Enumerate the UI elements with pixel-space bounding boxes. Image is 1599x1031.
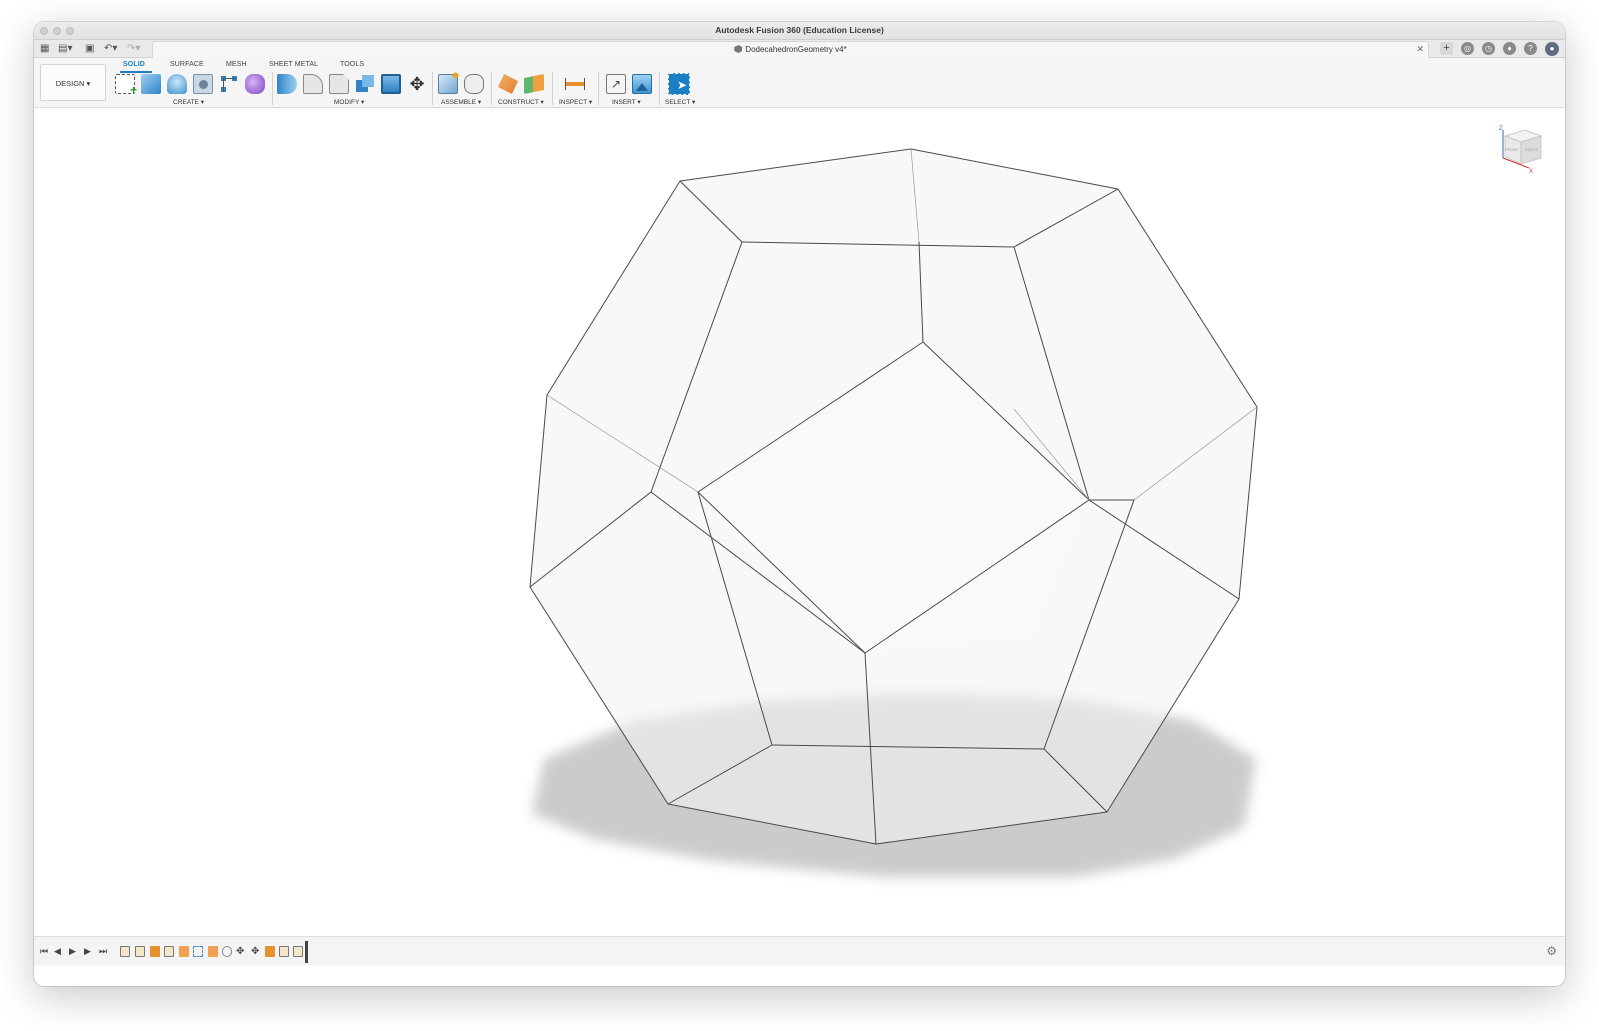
title-bar: Autodesk Fusion 360 (Education License) [34, 22, 1565, 40]
workspace-label: DESIGN [55, 79, 85, 88]
revolve-icon[interactable] [167, 74, 187, 94]
toolbar-divider [491, 72, 492, 105]
grid-icon[interactable]: ▦ [40, 43, 49, 55]
component-icon [734, 45, 743, 53]
hole-icon[interactable] [193, 74, 213, 94]
axis-z-label: Z [1499, 126, 1503, 132]
user-avatar-icon[interactable]: ● [1545, 42, 1559, 56]
timeline-sketch-icon[interactable] [135, 946, 145, 957]
gear-icon[interactable]: ⚙ [1546, 944, 1557, 958]
extensions-icon[interactable]: ◎ [1461, 42, 1474, 55]
toolbar: DESIGN ▾ SOLID SURFACE MESH SHEET METAL … [34, 58, 1565, 108]
select-menu[interactable]: SELECT ▾ [665, 98, 695, 106]
timeline-sketch-icon[interactable] [279, 946, 289, 957]
timeline-extrude-icon[interactable] [150, 946, 160, 957]
tab-mesh[interactable]: MESH [226, 61, 247, 68]
create-menu[interactable]: CREATE ▾ [173, 98, 204, 106]
pattern-icon[interactable] [219, 74, 239, 94]
skip-end-icon[interactable]: ⏭ [99, 946, 107, 957]
tab-sheet-metal[interactable]: SHEET METAL [269, 61, 318, 68]
combine-icon[interactable] [355, 74, 375, 94]
step-back-icon[interactable]: ◀ [54, 946, 61, 957]
help-icon[interactable]: ? [1524, 42, 1537, 55]
timeline-marker[interactable] [305, 941, 308, 963]
extrude-icon[interactable] [141, 74, 161, 94]
tab-document[interactable]: DodecahedronGeometry v4* ✕ [152, 41, 1429, 58]
toolbar-divider [598, 72, 599, 105]
timeline-combine-icon[interactable] [265, 946, 275, 957]
toolbar-divider [432, 72, 433, 105]
document-title: DodecahedronGeometry v4* [745, 45, 847, 54]
tab-surface[interactable]: SURFACE [170, 61, 204, 68]
offset-plane-icon[interactable] [498, 74, 518, 94]
play-icon[interactable]: ▶ [69, 946, 76, 957]
insert-image-icon[interactable] [632, 74, 652, 94]
timeline-surface-icon[interactable] [208, 946, 218, 957]
skip-start-icon[interactable]: ⏮ [40, 946, 48, 957]
insert-menu[interactable]: INSERT ▾ [612, 98, 641, 106]
midplane-icon[interactable] [524, 74, 544, 94]
step-forward-icon[interactable]: ▶ [84, 946, 91, 957]
job-status-icon[interactable]: ◷ [1482, 42, 1495, 55]
viewcube-front-label[interactable]: FRONT [1505, 147, 1519, 152]
toolbar-divider [659, 72, 660, 105]
active-tab-indicator [120, 71, 152, 73]
save-icon[interactable]: ▣ [85, 43, 94, 55]
redo-icon[interactable]: ↷▾ [127, 43, 140, 55]
timeline-sketch-icon[interactable] [120, 946, 130, 957]
axis-x-label: X [1529, 169, 1533, 175]
tab-tools[interactable]: TOOLS [340, 61, 364, 68]
timeline-sketch-icon[interactable] [293, 946, 303, 957]
create-sketch-icon[interactable]: + [115, 74, 137, 97]
select-icon[interactable]: ➤ [668, 73, 690, 95]
viewcube[interactable]: FRONT RIGHT Z X [1495, 124, 1547, 176]
viewcube-icon[interactable]: FRONT RIGHT Z X [1495, 124, 1547, 176]
file-icon[interactable]: ▤▾ [58, 43, 72, 55]
form-icon[interactable] [245, 74, 265, 94]
close-tab-icon[interactable]: ✕ [1416, 44, 1424, 55]
undo-icon[interactable]: ↶▾ [104, 43, 117, 55]
insert-derive-icon[interactable]: ↗ [606, 74, 626, 94]
move-icon[interactable]: ✥ [407, 74, 427, 94]
inspect-menu[interactable]: INSPECT ▾ [559, 98, 592, 106]
shell-icon[interactable] [381, 74, 401, 94]
timeline-surface-icon[interactable] [179, 946, 189, 957]
press-pull-icon[interactable] [277, 74, 297, 94]
toolbar-divider [552, 72, 553, 105]
new-component-icon[interactable]: ✸ [438, 71, 460, 94]
timeline-sketch-icon[interactable] [164, 946, 174, 957]
toolbar-divider [272, 72, 273, 105]
fillet-icon[interactable] [303, 74, 323, 94]
timeline: ⏮ ◀ ▶ ▶ ⏭ ✥ ✥ ⚙ [34, 936, 1565, 966]
timeline-move-icon[interactable]: ✥ [236, 946, 246, 957]
timeline-pattern-icon[interactable] [193, 946, 203, 957]
timeline-move-icon[interactable]: ✥ [251, 946, 261, 957]
measure-icon[interactable] [565, 74, 585, 94]
new-tab-icon[interactable]: + [1440, 42, 1453, 55]
tab-bar: ▦ ▤▾ ▣ ↶▾ ↷▾ DodecahedronGeometry v4* ✕ … [34, 40, 1565, 58]
construct-menu[interactable]: CONSTRUCT ▾ [498, 98, 544, 106]
assemble-menu[interactable]: ASSEMBLE ▾ [441, 98, 481, 106]
tab-solid[interactable]: SOLID [123, 61, 145, 68]
notifications-icon[interactable]: ♦ [1503, 42, 1516, 55]
timeline-pattern-icon[interactable] [222, 946, 232, 957]
joint-icon[interactable] [464, 74, 484, 94]
chamfer-icon[interactable] [329, 74, 349, 94]
header-right-icons: + ◎ ◷ ♦ ? ● [1440, 42, 1559, 56]
app-window: Autodesk Fusion 360 (Education License) … [34, 22, 1565, 986]
canvas-viewport[interactable]: FRONT RIGHT Z X [34, 109, 1565, 936]
chevron-down-icon: ▾ [86, 79, 91, 88]
modify-menu[interactable]: MODIFY ▾ [334, 98, 364, 106]
window-title: Autodesk Fusion 360 (Education License) [715, 25, 884, 35]
workspace-switcher-button[interactable]: DESIGN ▾ [40, 64, 106, 101]
viewcube-right-label[interactable]: RIGHT [1525, 147, 1538, 152]
dodecahedron-model[interactable] [34, 109, 1565, 936]
